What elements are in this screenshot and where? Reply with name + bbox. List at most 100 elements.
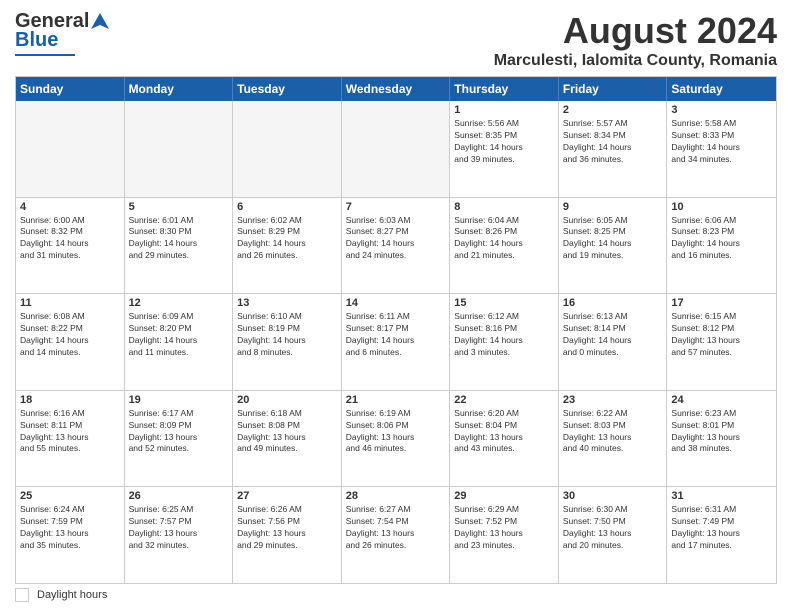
day-cell: 13 Sunrise: 6:10 AMSunset: 8:19 PMDayligh… bbox=[233, 294, 342, 390]
day-cell: 10Sunrise: 6:06 AMSunset: 8:23 PMDayligh… bbox=[667, 198, 776, 294]
day-header-sunday: Sunday bbox=[16, 77, 125, 101]
day-info: Sunrise: 6:25 AMSunset: 7:57 PMDaylight:… bbox=[129, 504, 229, 552]
day-cell: 15 Sunrise: 6:12 AMSunset: 8:16 PMDayligh… bbox=[450, 294, 559, 390]
day-info: Sunrise: 6:26 AMSunset: 7:56 PMDaylight:… bbox=[237, 504, 337, 552]
day-number: 30 bbox=[563, 490, 663, 502]
footer-label: Daylight hours bbox=[37, 589, 107, 601]
day-info: Sunrise: 5:56 AMSunset: 8:35 PMDaylight:… bbox=[454, 118, 554, 166]
day-header-monday: Monday bbox=[125, 77, 234, 101]
day-number: 26 bbox=[129, 490, 229, 502]
day-number: 7 bbox=[346, 201, 446, 213]
day-info: Sunrise: 6:30 AMSunset: 7:50 PMDaylight:… bbox=[563, 504, 663, 552]
day-cell: 27 Sunrise: 6:26 AMSunset: 7:56 PMDayligh… bbox=[233, 487, 342, 583]
day-number: 12 bbox=[129, 297, 229, 309]
day-cell: 5 Sunrise: 6:01 AMSunset: 8:30 PMDaylight… bbox=[125, 198, 234, 294]
calendar-body: 1 Sunrise: 5:56 AMSunset: 8:35 PMDaylight… bbox=[16, 101, 776, 583]
daylight-indicator bbox=[15, 588, 29, 602]
logo-underline bbox=[15, 54, 75, 56]
week-row-5: 25 Sunrise: 6:24 AMSunset: 7:59 PMDayligh… bbox=[16, 487, 776, 583]
day-cell: 21 Sunrise: 6:19 AMSunset: 8:06 PMDayligh… bbox=[342, 391, 451, 487]
day-number: 9 bbox=[563, 201, 663, 213]
day-number: 25 bbox=[20, 490, 120, 502]
day-info: Sunrise: 5:57 AMSunset: 8:34 PMDaylight:… bbox=[563, 118, 663, 166]
main-title: August 2024 bbox=[494, 10, 777, 52]
day-info: Sunrise: 6:04 AMSunset: 8:26 PMDaylight:… bbox=[454, 215, 554, 263]
day-cell bbox=[233, 101, 342, 197]
day-number: 20 bbox=[237, 394, 337, 406]
day-number: 6 bbox=[237, 201, 337, 213]
day-info: Sunrise: 5:58 AMSunset: 8:33 PMDaylight:… bbox=[671, 118, 772, 166]
day-number: 16 bbox=[563, 297, 663, 309]
day-number: 13 bbox=[237, 297, 337, 309]
day-cell: 28Sunrise: 6:27 AMSunset: 7:54 PMDayligh… bbox=[342, 487, 451, 583]
day-number: 3 bbox=[671, 104, 772, 116]
day-cell: 24Sunrise: 6:23 AMSunset: 8:01 PMDayligh… bbox=[667, 391, 776, 487]
logo-icon bbox=[89, 11, 111, 33]
day-number: 29 bbox=[454, 490, 554, 502]
day-info: Sunrise: 6:05 AMSunset: 8:25 PMDaylight:… bbox=[563, 215, 663, 263]
day-cell: 11 Sunrise: 6:08 AMSunset: 8:22 PMDayligh… bbox=[16, 294, 125, 390]
day-info: Sunrise: 6:09 AMSunset: 8:20 PMDaylight:… bbox=[129, 311, 229, 359]
day-info: Sunrise: 6:13 AMSunset: 8:14 PMDaylight:… bbox=[563, 311, 663, 359]
day-number: 18 bbox=[20, 394, 120, 406]
day-number: 1 bbox=[454, 104, 554, 116]
day-number: 4 bbox=[20, 201, 120, 213]
day-info: Sunrise: 6:18 AMSunset: 8:08 PMDaylight:… bbox=[237, 408, 337, 456]
day-number: 8 bbox=[454, 201, 554, 213]
day-info: Sunrise: 6:12 AMSunset: 8:16 PMDaylight:… bbox=[454, 311, 554, 359]
day-cell bbox=[342, 101, 451, 197]
day-header-wednesday: Wednesday bbox=[342, 77, 451, 101]
day-info: Sunrise: 6:00 AMSunset: 8:32 PMDaylight:… bbox=[20, 215, 120, 263]
day-info: Sunrise: 6:16 AMSunset: 8:11 PMDaylight:… bbox=[20, 408, 120, 456]
week-row-4: 18 Sunrise: 6:16 AMSunset: 8:11 PMDayligh… bbox=[16, 391, 776, 488]
day-cell: 9 Sunrise: 6:05 AMSunset: 8:25 PMDaylight… bbox=[559, 198, 668, 294]
calendar: SundayMondayTuesdayWednesdayThursdayFrid… bbox=[15, 76, 777, 584]
day-number: 14 bbox=[346, 297, 446, 309]
week-row-2: 4 Sunrise: 6:00 AMSunset: 8:32 PMDaylight… bbox=[16, 198, 776, 295]
day-number: 15 bbox=[454, 297, 554, 309]
day-info: Sunrise: 6:24 AMSunset: 7:59 PMDaylight:… bbox=[20, 504, 120, 552]
day-info: Sunrise: 6:27 AMSunset: 7:54 PMDaylight:… bbox=[346, 504, 446, 552]
day-header-tuesday: Tuesday bbox=[233, 77, 342, 101]
day-number: 10 bbox=[671, 201, 772, 213]
subtitle: Marculesti, Ialomita County, Romania bbox=[494, 52, 777, 70]
day-info: Sunrise: 6:10 AMSunset: 8:19 PMDaylight:… bbox=[237, 311, 337, 359]
day-info: Sunrise: 6:20 AMSunset: 8:04 PMDaylight:… bbox=[454, 408, 554, 456]
day-number: 11 bbox=[20, 297, 120, 309]
day-info: Sunrise: 6:19 AMSunset: 8:06 PMDaylight:… bbox=[346, 408, 446, 456]
day-cell: 1 Sunrise: 5:56 AMSunset: 8:35 PMDaylight… bbox=[450, 101, 559, 197]
day-number: 24 bbox=[671, 394, 772, 406]
header: General Blue August 2024 Marculesti, Ial… bbox=[15, 10, 777, 70]
week-row-1: 1 Sunrise: 5:56 AMSunset: 8:35 PMDaylight… bbox=[16, 101, 776, 198]
day-info: Sunrise: 6:31 AMSunset: 7:49 PMDaylight:… bbox=[671, 504, 772, 552]
day-cell: 14 Sunrise: 6:11 AMSunset: 8:17 PMDayligh… bbox=[342, 294, 451, 390]
day-number: 5 bbox=[129, 201, 229, 213]
day-cell: 26 Sunrise: 6:25 AMSunset: 7:57 PMDayligh… bbox=[125, 487, 234, 583]
day-cell: 23 Sunrise: 6:22 AMSunset: 8:03 PMDayligh… bbox=[559, 391, 668, 487]
day-cell: 8 Sunrise: 6:04 AMSunset: 8:26 PMDaylight… bbox=[450, 198, 559, 294]
day-info: Sunrise: 6:02 AMSunset: 8:29 PMDaylight:… bbox=[237, 215, 337, 263]
day-cell: 25 Sunrise: 6:24 AMSunset: 7:59 PMDayligh… bbox=[16, 487, 125, 583]
day-info: Sunrise: 6:11 AMSunset: 8:17 PMDaylight:… bbox=[346, 311, 446, 359]
day-cell: 30 Sunrise: 6:30 AMSunset: 7:50 PMDayligh… bbox=[559, 487, 668, 583]
day-cell: 20 Sunrise: 6:18 AMSunset: 8:08 PMDayligh… bbox=[233, 391, 342, 487]
day-cell: 6 Sunrise: 6:02 AMSunset: 8:29 PMDaylight… bbox=[233, 198, 342, 294]
day-info: Sunrise: 6:17 AMSunset: 8:09 PMDaylight:… bbox=[129, 408, 229, 456]
footer: Daylight hours bbox=[15, 588, 777, 602]
day-cell: 31Sunrise: 6:31 AMSunset: 7:49 PMDayligh… bbox=[667, 487, 776, 583]
day-number: 22 bbox=[454, 394, 554, 406]
day-cell: 18 Sunrise: 6:16 AMSunset: 8:11 PMDayligh… bbox=[16, 391, 125, 487]
day-number: 21 bbox=[346, 394, 446, 406]
day-info: Sunrise: 6:22 AMSunset: 8:03 PMDaylight:… bbox=[563, 408, 663, 456]
day-number: 17 bbox=[671, 297, 772, 309]
week-row-3: 11 Sunrise: 6:08 AMSunset: 8:22 PMDayligh… bbox=[16, 294, 776, 391]
day-number: 23 bbox=[563, 394, 663, 406]
day-info: Sunrise: 6:01 AMSunset: 8:30 PMDaylight:… bbox=[129, 215, 229, 263]
day-cell: 17Sunrise: 6:15 AMSunset: 8:12 PMDayligh… bbox=[667, 294, 776, 390]
title-area: August 2024 Marculesti, Ialomita County,… bbox=[494, 10, 777, 70]
day-info: Sunrise: 6:08 AMSunset: 8:22 PMDaylight:… bbox=[20, 311, 120, 359]
page: General Blue August 2024 Marculesti, Ial… bbox=[0, 0, 792, 612]
day-cell: 2Sunrise: 5:57 AMSunset: 8:34 PMDaylight… bbox=[559, 101, 668, 197]
day-number: 27 bbox=[237, 490, 337, 502]
day-cell: 16 Sunrise: 6:13 AMSunset: 8:14 PMDayligh… bbox=[559, 294, 668, 390]
